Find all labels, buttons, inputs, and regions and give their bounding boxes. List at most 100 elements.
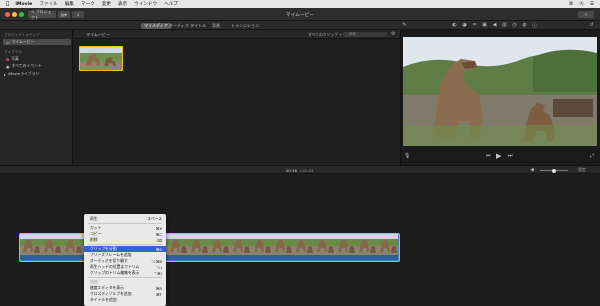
volume-icon[interactable]: ◀ (491, 22, 498, 28)
menu-view[interactable]: 表示 (118, 1, 127, 7)
skip-forward-icon[interactable]: ⏭ (508, 153, 513, 159)
menu-item-shortcut: ⌘T (155, 291, 162, 297)
apple-icon[interactable]:  (6, 1, 9, 7)
clip-frame (230, 234, 251, 255)
context-menu-item[interactable]: タイトルを追加 (84, 297, 166, 303)
menu-edit[interactable]: 編集 (65, 1, 74, 7)
clip-frame (209, 234, 230, 255)
filter-icon[interactable]: ◍ (521, 22, 528, 28)
menu-item-shortcut: ⌘B (155, 246, 162, 252)
menu-help[interactable]: ヘルプ (164, 1, 178, 7)
color-correction-icon[interactable]: ◕ (461, 22, 468, 28)
clip-frame (356, 234, 377, 255)
tab-strip: マイメディア オーディオ タイトル 背景 トランジション ✎ ◐ ◕ ⌗ ▣ ◀… (0, 21, 600, 30)
color-balance-icon[interactable]: ◐ (451, 22, 458, 28)
sidebar-item-label: iMovieライブラリ (7, 71, 40, 76)
tab-backgrounds[interactable]: 背景 (209, 23, 223, 29)
menu-item-shortcut: ⌫ (156, 237, 162, 243)
search-input[interactable]: ⌕ 検索 (343, 32, 387, 37)
clip-frame (293, 234, 314, 255)
clip-frame (251, 234, 272, 255)
magic-wand-icon[interactable]: ✎ (401, 22, 408, 28)
menu-item-shortcut: スペース (147, 216, 162, 221)
clip-frame (314, 234, 335, 255)
menu-item-label: タイトルを追加 (90, 297, 117, 302)
menu-item-label: クリップのトリム編集を表示 (90, 270, 140, 275)
timeline-settings[interactable]: 設定 (578, 167, 586, 173)
play-icon[interactable]: ▶ (496, 152, 501, 160)
menu-separator (88, 222, 162, 224)
sidebar-item-all-events[interactable]: ▣ すべてのイベント (3, 63, 71, 69)
menu-separator (88, 243, 162, 245)
context-menu-item[interactable]: クリップのトリム編集を表示 ⌃⌘/ (84, 270, 166, 276)
menu-item-label: 削除 (90, 237, 98, 242)
import-down-icon[interactable]: ↓ (72, 11, 84, 18)
timeline-header: 00:16 / 01:03 ◀ 設定 (0, 165, 600, 174)
photos-icon: ✿ (6, 56, 10, 62)
zoom-slider[interactable] (540, 168, 568, 173)
menu-item-shortcut: ⌘X (155, 225, 162, 231)
clip-frame (272, 234, 293, 255)
cast-icon[interactable]: ⌘ (569, 2, 574, 7)
projects-back-button[interactable]: < プロジェクト (28, 9, 56, 20)
events-icon: ▣ (6, 63, 10, 69)
sidebar-item-imovie-library[interactable]: ▸ iMovieライブラリ (1, 71, 69, 77)
settings-gear-icon[interactable]: ⚙ (391, 31, 395, 37)
sidebar-item-my-movie[interactable]: ▭ マイムービー (3, 39, 71, 45)
menu-mark[interactable]: マーク (81, 1, 95, 7)
menu-separator (88, 276, 162, 278)
viewer-preview-image (403, 37, 597, 146)
clip-frame (62, 234, 83, 255)
menu-file[interactable]: ファイル (39, 1, 57, 7)
skip-back-icon[interactable]: ⏮ (486, 153, 491, 159)
crop-icon[interactable]: ⌗ (471, 22, 478, 28)
disclosure-triangle-icon: ▸ (4, 71, 6, 77)
sidebar-item-label: 写真 (11, 56, 19, 61)
clip-frame (335, 234, 356, 255)
menu-item-shortcut: ⌥⌘B (151, 258, 162, 264)
context-menu: 再生 スペース カット ⌘X コピー ⌘C 削除 ⌫ クリップを分割 ⌘B フリーズフレームを追加オ… (84, 214, 166, 306)
audio-waveform[interactable] (20, 255, 398, 260)
list-icon[interactable]: ☰ (590, 2, 594, 7)
close-button[interactable] (5, 12, 10, 17)
film-icon: ▭ (6, 39, 10, 45)
share-icon[interactable]: ⇪ (578, 11, 594, 18)
audio-icon[interactable]: ◀ (530, 167, 534, 173)
tab-transitions[interactable]: トランジション (228, 23, 262, 29)
video-clip[interactable] (19, 233, 400, 262)
reset-all-icon[interactable]: ↺ (588, 22, 595, 28)
menu-item-shortcut: ⌘R (155, 285, 162, 291)
clip-filter-select[interactable]: すべてのクリップ ÷ (308, 32, 342, 38)
menu-modify[interactable]: 変更 (102, 1, 111, 7)
zoom-button[interactable] (19, 12, 24, 17)
sidebar-item-label: すべてのイベント (11, 63, 42, 68)
clip-thumbnail[interactable] (79, 46, 123, 71)
sidebar-section-project: プロジェクトメディア (4, 33, 40, 37)
zoom-slider-knob[interactable] (552, 168, 556, 173)
clip-frame (377, 234, 398, 255)
stabilization-icon[interactable]: ▣ (481, 22, 488, 28)
sidebar-item-photos[interactable]: ✿ 写真 (3, 56, 71, 62)
sidebar-item-label: マイムービー (11, 39, 35, 44)
tab-titles[interactable]: タイトル (187, 23, 209, 29)
menu-item-shortcut: ⌘C (155, 231, 162, 237)
clip-frame (20, 234, 41, 255)
info-icon[interactable]: ⓘ (531, 22, 538, 29)
browser-title: マイムービー (86, 32, 110, 37)
minimize-button[interactable] (12, 12, 17, 17)
menu-app[interactable]: iMovie (15, 2, 32, 7)
sidebar: プロジェクトメディア ▭ マイムービー ライブラリ ✿ 写真 ▣ すべてのイベン… (0, 30, 73, 165)
clip-frame (188, 234, 209, 255)
menu-window[interactable]: ウインドウ (134, 1, 157, 7)
menu-item-shortcut: ⌥/ (156, 264, 162, 270)
timecode-duration: / 01:03 (300, 168, 314, 173)
media-import-icon[interactable]: ▤▾ (58, 11, 70, 18)
clip-frame (167, 234, 188, 255)
speed-icon[interactable]: ◷ (511, 22, 518, 28)
fullscreen-icon[interactable]: ⤢ (590, 153, 594, 159)
search-placeholder: 検索 (348, 32, 356, 36)
input-icon[interactable]: Ⓐ (579, 1, 584, 7)
noise-reduction-icon[interactable]: ▥ (501, 22, 508, 28)
microphone-icon[interactable]: 🎙︎ (404, 153, 410, 159)
dinosaur-preview-image (403, 37, 597, 146)
